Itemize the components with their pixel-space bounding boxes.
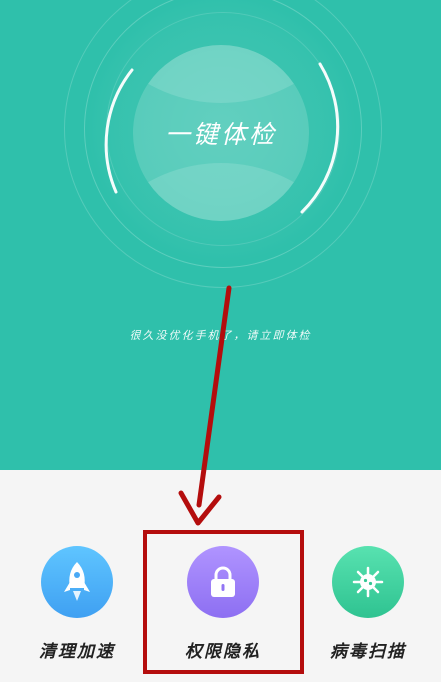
one-key-check-label: 一键体检 [164,120,277,149]
annotation-arrow [178,285,232,526]
